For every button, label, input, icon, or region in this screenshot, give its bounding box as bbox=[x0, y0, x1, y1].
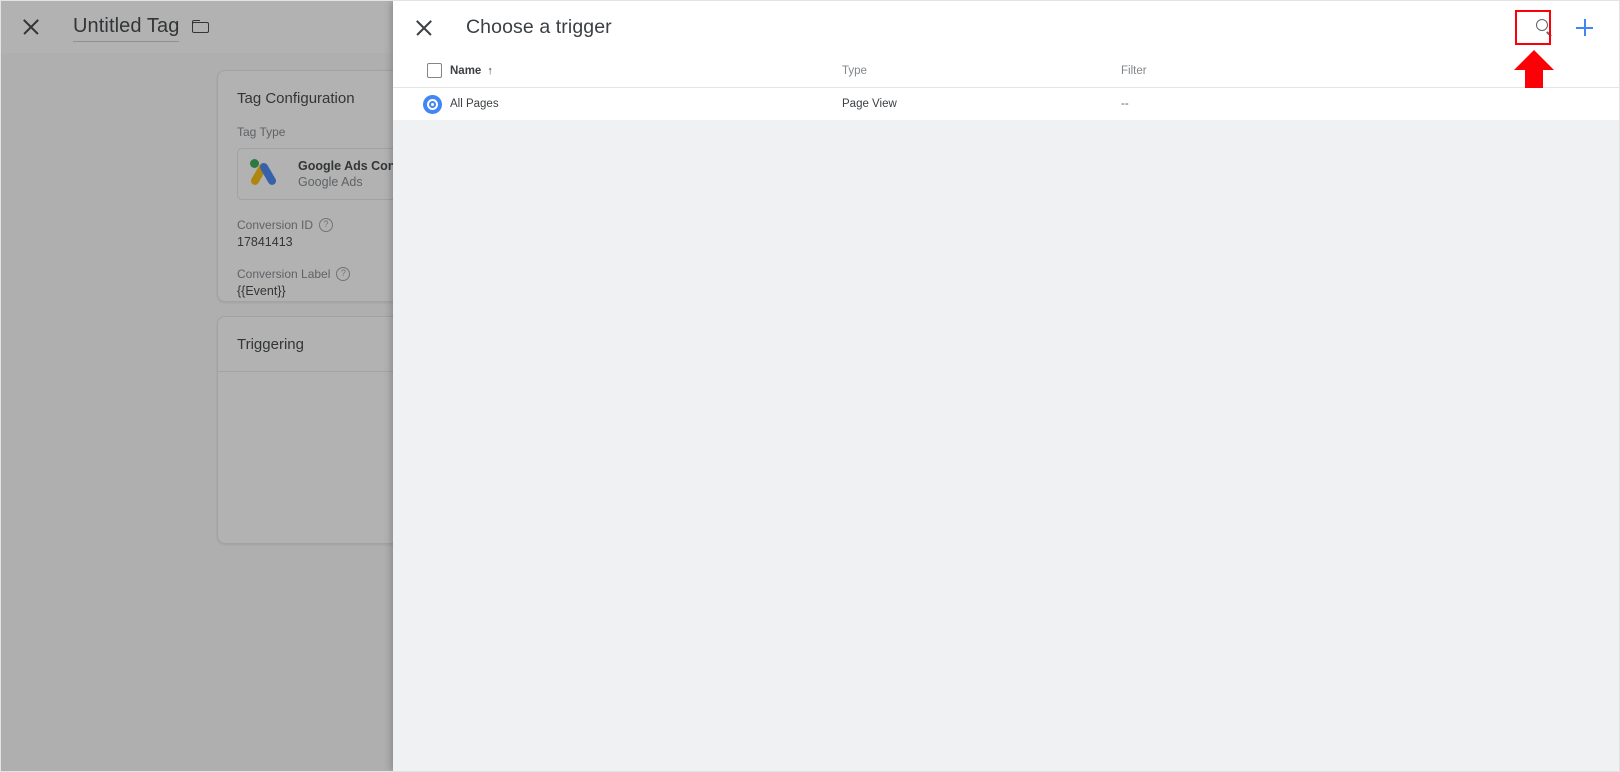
trigger-name: All Pages bbox=[450, 98, 499, 110]
column-header-type[interactable]: Type bbox=[842, 65, 1121, 77]
help-icon[interactable]: ? bbox=[336, 267, 351, 281]
conversion-id-label-text: Conversion ID bbox=[237, 218, 314, 232]
tag-type-label-text: Tag Type bbox=[237, 125, 286, 139]
select-all-checkbox[interactable] bbox=[427, 63, 442, 78]
close-icon[interactable] bbox=[20, 16, 42, 38]
select-all-cell bbox=[393, 63, 450, 78]
trigger-filter: -- bbox=[1121, 98, 1129, 110]
column-header-filter[interactable]: Filter bbox=[1121, 65, 1321, 77]
choose-trigger-dialog: Choose a trigger Name ↑ Type Filter All … bbox=[393, 1, 1619, 771]
tag-name-value: Untitled Tag bbox=[73, 13, 180, 42]
search-icon[interactable] bbox=[1534, 18, 1554, 38]
conversion-label-label-text: Conversion Label bbox=[237, 267, 331, 281]
dialog-actions bbox=[1534, 15, 1619, 40]
sort-ascending-icon: ↑ bbox=[487, 64, 493, 77]
column-header-name-label: Name bbox=[450, 64, 482, 77]
add-trigger-button[interactable] bbox=[1572, 15, 1597, 40]
close-icon[interactable] bbox=[413, 17, 435, 39]
dialog-title: Choose a trigger bbox=[466, 16, 612, 38]
folder-icon[interactable] bbox=[192, 19, 212, 35]
trigger-type: Page View bbox=[842, 98, 897, 110]
dialog-header: Choose a trigger bbox=[393, 1, 1619, 54]
trigger-icon-cell bbox=[393, 94, 450, 114]
trigger-table-header: Name ↑ Type Filter bbox=[393, 54, 1619, 88]
column-header-filter-label: Filter bbox=[1121, 64, 1147, 77]
column-header-type-label: Type bbox=[842, 64, 867, 77]
screen: Untitled Tag Tag Configuration Tag Type bbox=[0, 0, 1620, 772]
trigger-list-empty-area bbox=[393, 120, 1619, 771]
google-ads-logo-icon bbox=[249, 159, 280, 189]
help-icon[interactable]: ? bbox=[319, 218, 334, 232]
column-header-name[interactable]: Name ↑ bbox=[450, 65, 842, 77]
page-view-trigger-icon bbox=[423, 94, 442, 114]
table-row[interactable]: All Pages Page View -- bbox=[393, 88, 1619, 120]
tag-name-field[interactable]: Untitled Tag bbox=[73, 13, 212, 42]
